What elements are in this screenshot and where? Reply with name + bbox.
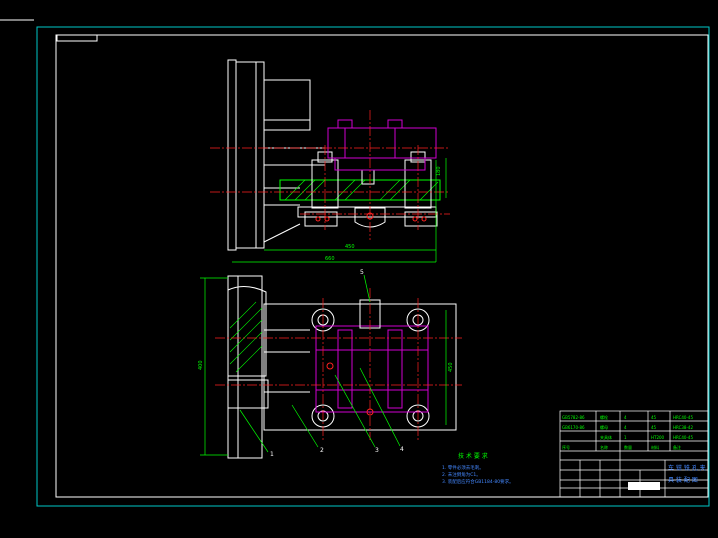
tb-row1-note: HRC40-45 (673, 415, 693, 420)
tb-row1-material: 45 (651, 415, 657, 420)
drawing-title-1: 车 钳 铣 孔 夹 (668, 464, 706, 472)
dim-top-width: 450 (345, 244, 355, 250)
notes-title: 技 术 要 求 (458, 452, 488, 460)
tb-row2-qty: 4 (624, 425, 627, 430)
tb-row3-name: 夹具体 (600, 434, 612, 440)
cad-drawing: 1 2 3 4 5 450 660 180 400 450 技 术 要 求 1.… (0, 19, 710, 507)
dim-top-height: 180 (436, 166, 442, 176)
tb-row1-code: GB5782-86 (562, 415, 585, 420)
callout-1: 1 (270, 451, 274, 458)
tb-row3-material: HT200 (651, 435, 665, 440)
tb-row1-qty: 4 (624, 415, 627, 420)
tb-header-no: 序号 (562, 444, 570, 450)
note-line-1: 1. 零件必须去毛刺。 (442, 464, 484, 471)
tb-row2-material: 45 (651, 425, 657, 430)
tb-header-note: 备注 (673, 444, 681, 450)
tb-row1-name: 螺栓 (600, 414, 608, 420)
callout-2: 2 (320, 447, 324, 454)
plan-view (200, 274, 462, 459)
callout-4: 4 (400, 446, 404, 453)
tb-row2-note: HRC38-42 (673, 425, 693, 430)
drawing-number-box (56, 34, 98, 42)
tb-row2-name: 螺母 (600, 424, 608, 430)
inner-frame (55, 34, 709, 498)
dim-overall-width: 660 (325, 256, 335, 262)
tb-header-name: 名称 (600, 444, 608, 450)
callout-5: 5 (360, 269, 364, 276)
tb-row3-qty: 1 (624, 435, 627, 440)
title-block-fill (628, 482, 660, 490)
tb-row3-note: HRC40-45 (673, 435, 693, 440)
tb-row2-code: GB6170-86 (562, 425, 585, 430)
drawing-title-2: 具 装 配 图 (668, 476, 698, 484)
callout-3: 3 (375, 447, 379, 454)
front-view (210, 59, 450, 263)
dim-plan-height2: 450 (448, 362, 454, 372)
tb-header-qty: 数量 (624, 444, 632, 450)
note-line-3: 3. 装配后应符合GB1184-80要求。 (442, 478, 514, 485)
note-line-2: 2. 未注倒角为C1。 (442, 471, 481, 478)
tb-header-material: 材料 (651, 444, 659, 450)
dim-plan-height: 400 (198, 360, 204, 370)
